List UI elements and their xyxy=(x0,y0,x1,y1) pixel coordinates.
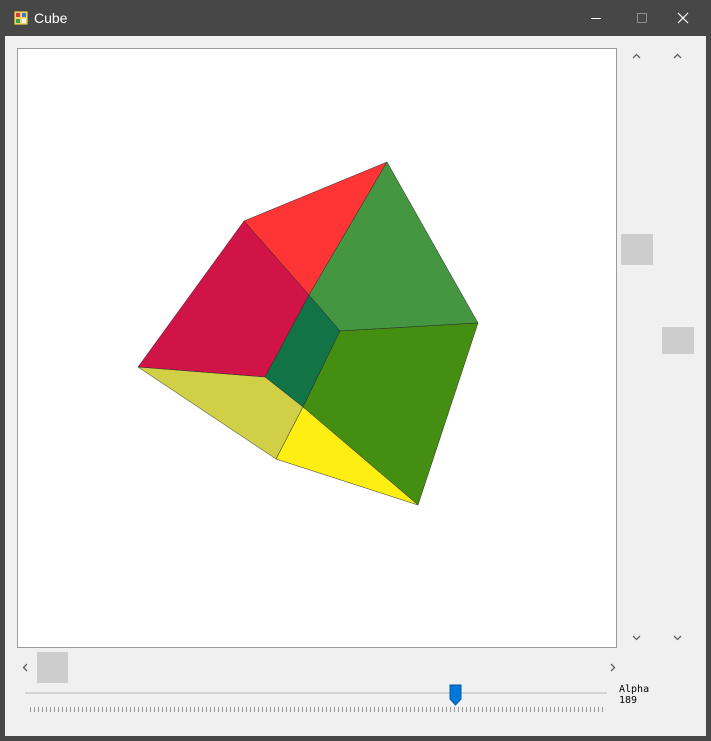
chevron-down-icon xyxy=(673,635,681,641)
chevron-down-icon xyxy=(632,635,640,641)
chevron-left-icon xyxy=(22,663,28,671)
close-icon xyxy=(677,12,689,24)
alpha-label-group: Alpha 189 xyxy=(619,684,649,706)
scroll-up-button-1[interactable] xyxy=(617,47,655,65)
scroll-thumb-2[interactable] xyxy=(662,327,694,354)
chevron-right-icon xyxy=(610,663,616,671)
scroll-up-button-2[interactable] xyxy=(658,47,696,65)
scroll-thumb-1[interactable] xyxy=(621,234,653,265)
scroll-thumb-horizontal[interactable] xyxy=(37,652,68,683)
maximize-button[interactable] xyxy=(619,0,665,36)
vertical-scrollbar-2[interactable] xyxy=(658,47,696,649)
window-title: Cube xyxy=(34,10,68,26)
title-bar[interactable]: Cube xyxy=(5,0,706,36)
scroll-left-button[interactable] xyxy=(17,651,33,683)
chevron-up-icon xyxy=(673,53,681,59)
chevron-up-icon xyxy=(632,53,640,59)
vertical-scrollbar-1[interactable] xyxy=(617,47,655,649)
close-button[interactable] xyxy=(660,0,706,36)
cube-window: Cube Alpha 189 xyxy=(0,0,711,741)
cube-canvas[interactable] xyxy=(17,48,617,648)
minimize-icon xyxy=(591,18,601,19)
horizontal-scrollbar[interactable] xyxy=(17,651,621,683)
maximize-icon xyxy=(637,13,647,23)
alpha-value: 189 xyxy=(619,695,638,706)
alpha-slider-track[interactable] xyxy=(25,692,607,694)
cube-drawing xyxy=(137,161,479,506)
alpha-label: Alpha xyxy=(619,684,650,695)
minimize-button[interactable] xyxy=(573,0,619,36)
alpha-slider-thumb[interactable] xyxy=(449,684,462,706)
scroll-down-button-2[interactable] xyxy=(658,629,696,647)
alpha-slider-ticks xyxy=(30,707,603,712)
scroll-right-button[interactable] xyxy=(605,651,621,683)
app-icon xyxy=(14,11,28,25)
scroll-down-button-1[interactable] xyxy=(617,629,655,647)
